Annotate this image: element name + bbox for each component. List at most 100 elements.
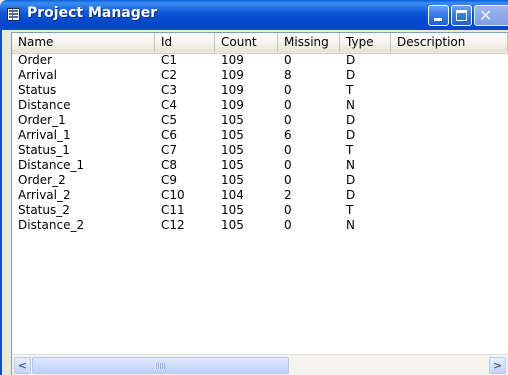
column-header-description[interactable]: Description: [391, 33, 508, 52]
cell-description: [391, 83, 508, 98]
thumb-grip-icon: [155, 363, 165, 369]
window-title: Project Manager: [27, 5, 158, 21]
minimize-icon: [434, 18, 442, 21]
cell-id: C5: [161, 113, 178, 127]
table-row[interactable]: Distance_1 C8 105 0 N: [12, 158, 508, 173]
cell-missing: 0: [284, 98, 292, 112]
cell-name: Arrival_1: [18, 128, 71, 142]
cell-name: Arrival: [18, 68, 57, 82]
cell-description: [391, 143, 508, 158]
cell-count: 104: [221, 188, 244, 202]
cell-description: [391, 53, 508, 68]
cell-name: Order_2: [18, 173, 66, 187]
variable-list[interactable]: Name Id Count Missing Type Description O…: [11, 32, 508, 375]
cell-id: C10: [161, 188, 185, 202]
cell-name: Distance_1: [18, 158, 85, 172]
cell-id: C4: [161, 98, 178, 112]
cell-name: Status_2: [18, 203, 70, 217]
cell-description: [391, 128, 508, 143]
scroll-left-button[interactable]: <: [14, 357, 31, 374]
cell-count: 105: [221, 218, 244, 232]
cell-missing: 0: [284, 218, 292, 232]
scroll-right-button[interactable]: >: [489, 357, 506, 374]
cell-type: D: [346, 188, 356, 202]
column-header-row: Name Id Count Missing Type Description: [12, 33, 508, 54]
table-row[interactable]: Arrival C2 109 8 D: [12, 68, 508, 83]
title-bar[interactable]: Project Manager ✕: [0, 0, 508, 30]
cell-count: 105: [221, 143, 244, 157]
cell-name: Arrival_2: [18, 188, 71, 202]
cell-description: [391, 113, 508, 128]
column-header-type[interactable]: Type: [340, 33, 391, 52]
cell-name: Distance: [18, 98, 71, 112]
grid-window-icon[interactable]: [7, 8, 20, 21]
cell-count: 109: [221, 68, 244, 82]
table-row[interactable]: Order_1 C5 105 0 D: [12, 113, 508, 128]
maximize-button[interactable]: [451, 5, 472, 26]
column-header-count[interactable]: Count: [215, 33, 278, 52]
cell-missing: 0: [284, 83, 292, 97]
cell-description: [391, 218, 508, 233]
column-header-missing[interactable]: Missing: [278, 33, 340, 52]
cell-missing: 0: [284, 173, 292, 187]
cell-missing: 6: [284, 128, 292, 142]
cell-count: 109: [221, 53, 244, 67]
cell-missing: 0: [284, 158, 292, 172]
cell-type: D: [346, 53, 356, 67]
cell-id: C7: [161, 143, 178, 157]
cell-id: C12: [161, 218, 185, 232]
cell-type: T: [346, 143, 354, 157]
cell-count: 109: [221, 98, 244, 112]
close-button[interactable]: ✕: [474, 5, 508, 26]
cell-count: 109: [221, 83, 244, 97]
table-row[interactable]: Status_1 C7 105 0 T: [12, 143, 508, 158]
cell-id: C2: [161, 68, 178, 82]
cell-type: N: [346, 98, 355, 112]
cell-id: C11: [161, 203, 185, 217]
cell-description: [391, 188, 508, 203]
cell-description: [391, 158, 508, 173]
table-row[interactable]: Order C1 109 0 D: [12, 53, 508, 68]
cell-description: [391, 173, 508, 188]
cell-id: C3: [161, 83, 178, 97]
cell-missing: 0: [284, 53, 292, 67]
minimize-button[interactable]: [428, 5, 449, 26]
cell-count: 105: [221, 158, 244, 172]
cell-description: [391, 68, 508, 83]
cell-count: 105: [221, 203, 244, 217]
cell-name: Distance_2: [18, 218, 85, 232]
cell-name: Order: [18, 53, 53, 67]
table-row[interactable]: Distance C4 109 0 N: [12, 98, 508, 113]
project-manager-window: Project Manager ✕ Name Id Count Missing …: [0, 0, 508, 375]
cell-id: C9: [161, 173, 178, 187]
table-row[interactable]: Distance_2 C12 105 0 N: [12, 218, 508, 233]
table-row[interactable]: Status_2 C11 105 0 T: [12, 203, 508, 218]
window-frame-left: [0, 30, 8, 375]
cell-type: T: [346, 83, 354, 97]
cell-type: D: [346, 68, 356, 82]
cell-id: C6: [161, 128, 178, 142]
column-header-name[interactable]: Name: [12, 33, 155, 52]
horizontal-scrollbar[interactable]: < >: [12, 354, 508, 375]
table-row[interactable]: Status C3 109 0 T: [12, 83, 508, 98]
cell-missing: 0: [284, 143, 292, 157]
cell-missing: 0: [284, 113, 292, 127]
client-area: Name Id Count Missing Type Description O…: [0, 30, 508, 375]
cell-count: 105: [221, 113, 244, 127]
cell-count: 105: [221, 173, 244, 187]
cell-type: N: [346, 218, 355, 232]
table-row[interactable]: Arrival_1 C6 105 6 D: [12, 128, 508, 143]
table-row[interactable]: Order_2 C9 105 0 D: [12, 173, 508, 188]
column-header-id[interactable]: Id: [155, 33, 215, 52]
cell-description: [391, 203, 508, 218]
cell-type: D: [346, 173, 356, 187]
cell-name: Status: [18, 83, 57, 97]
cell-count: 105: [221, 128, 244, 142]
cell-name: Order_1: [18, 113, 66, 127]
cell-description: [391, 98, 508, 113]
maximize-icon: [456, 10, 467, 21]
cell-missing: 2: [284, 188, 292, 202]
table-row[interactable]: Arrival_2 C10 104 2 D: [12, 188, 508, 203]
cell-type: D: [346, 128, 356, 142]
scrollbar-thumb[interactable]: [32, 357, 289, 374]
